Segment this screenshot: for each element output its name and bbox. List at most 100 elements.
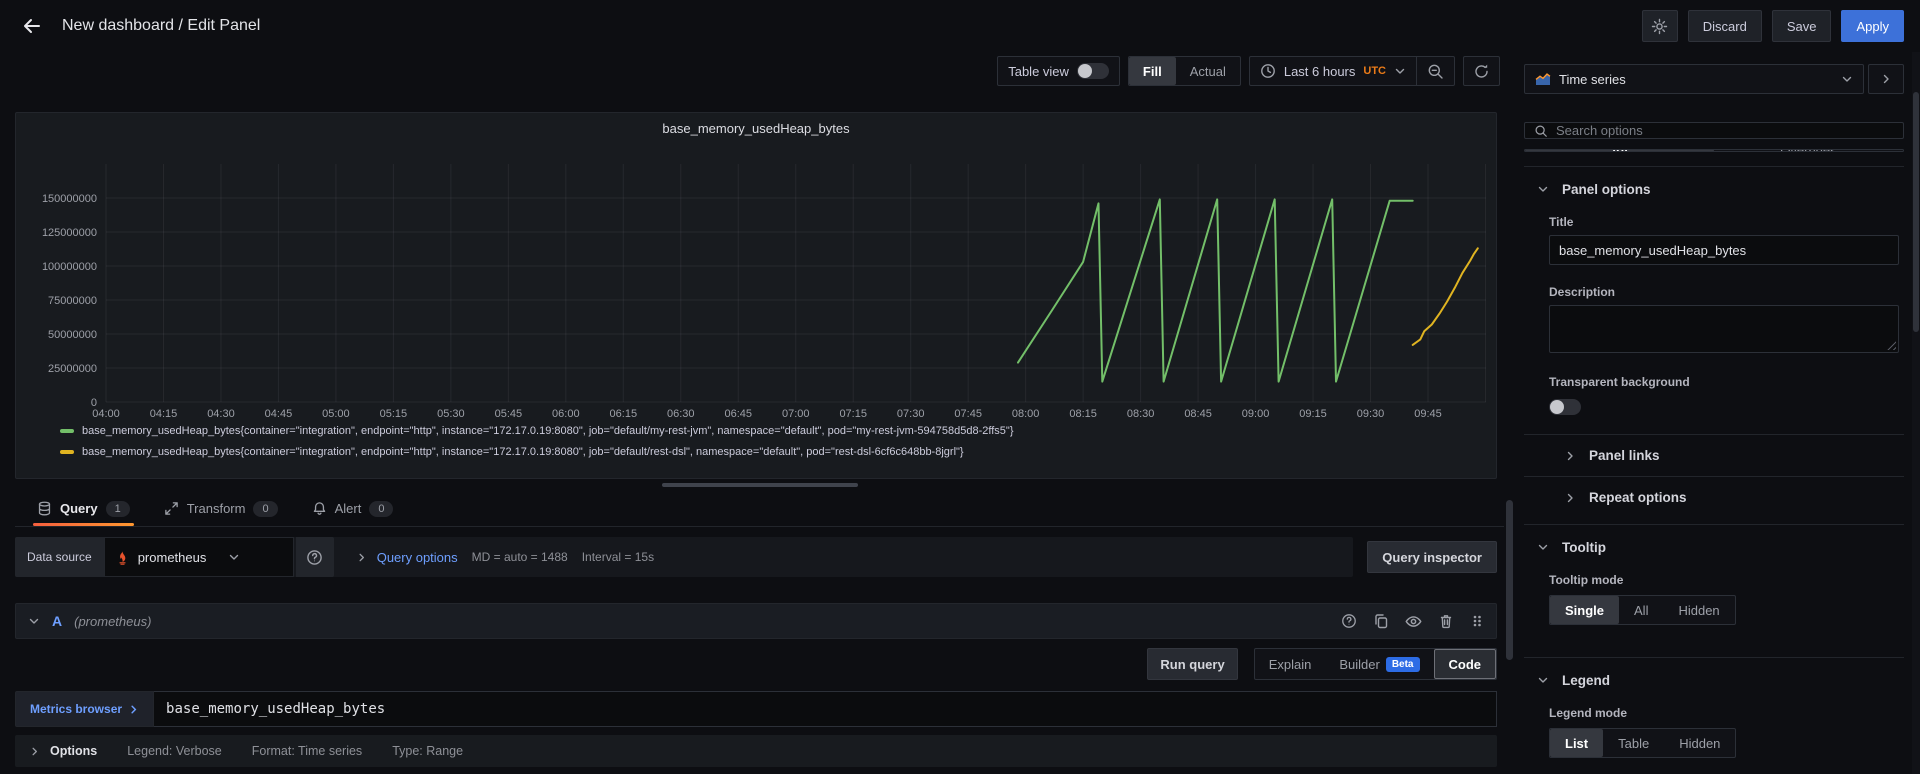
display-mode-option-actual[interactable]: Actual <box>1176 57 1240 85</box>
query-inspector-button[interactable]: Query inspector <box>1367 541 1497 573</box>
legend-mode-option-hidden[interactable]: Hidden <box>1664 729 1735 757</box>
legend-option-summary: Legend: Verbose <box>127 744 222 758</box>
chart-panel[interactable]: base_memory_usedHeap_bytes 0250000005000… <box>15 112 1497 479</box>
x-tick-label: 08:30 <box>1127 408 1155 420</box>
y-tick-label: 25000000 <box>48 363 97 375</box>
query-options-toggle[interactable]: Query options <box>356 550 458 565</box>
tab-transform[interactable]: Transform 0 <box>160 491 282 526</box>
tab-query[interactable]: Query 1 <box>33 491 134 526</box>
run-query-button[interactable]: Run query <box>1147 648 1237 680</box>
toggle-query-visibility-button[interactable] <box>1405 613 1422 630</box>
tab-alert[interactable]: Alert 0 <box>308 491 398 526</box>
datasource-help-button[interactable] <box>296 537 334 577</box>
tab-query-label: Query <box>60 501 98 516</box>
options-filter-option-overrides[interactable]: Overrides <box>1714 150 1903 151</box>
x-tick-label: 04:45 <box>265 408 293 420</box>
legend-series-label: base_memory_usedHeap_bytes{container="in… <box>82 425 1014 437</box>
legend-header[interactable]: Legend <box>1524 658 1904 702</box>
main-column: Table view FillActual Last 6 hours UTC <box>0 52 1504 774</box>
legend-mode-option-list[interactable]: List <box>1550 729 1603 757</box>
table-view-control: Table view <box>997 56 1120 86</box>
editor-mode-option-builder[interactable]: BuilderBeta <box>1325 649 1433 679</box>
table-view-label: Table view <box>1008 64 1069 79</box>
dashboard-settings-button[interactable] <box>1642 10 1678 42</box>
metrics-browser-button[interactable]: Metrics browser <box>15 691 154 727</box>
x-tick-label: 09:00 <box>1242 408 1270 420</box>
resize-grip-icon[interactable] <box>1886 340 1896 350</box>
visualization-name: Time series <box>1559 72 1626 87</box>
tooltip-mode-option-hidden[interactable]: Hidden <box>1663 596 1734 624</box>
search-options-input[interactable]: Search options <box>1524 122 1904 139</box>
legend-item-0[interactable]: base_memory_usedHeap_bytes{container="in… <box>60 425 1496 437</box>
x-tick-label: 07:45 <box>954 408 982 420</box>
tooltip-mode-label: Tooltip mode <box>1549 573 1892 587</box>
tab-transform-label: Transform <box>187 501 246 516</box>
query-help-button[interactable] <box>1341 613 1357 629</box>
panel-resize-row <box>15 479 1504 491</box>
panel-description-input[interactable] <box>1549 305 1899 353</box>
options-filter-option-all[interactable]: All <box>1525 150 1714 151</box>
legend-series-marker <box>60 450 74 454</box>
transparent-background-label: Transparent background <box>1549 375 1892 389</box>
back-button[interactable] <box>16 11 46 41</box>
query-row-header[interactable]: A (prometheus) <box>15 603 1497 639</box>
legend-mode: ListTable Hidden <box>1549 728 1736 758</box>
tooltip-mode-option-all[interactable]: All <box>1619 596 1663 624</box>
trash-icon <box>1438 613 1454 629</box>
arrow-left-icon <box>20 15 42 37</box>
time-range-picker[interactable]: Last 6 hours UTC <box>1260 63 1406 79</box>
display-mode-option-fill[interactable]: Fill <box>1129 57 1176 85</box>
panel-title-input[interactable]: base_memory_usedHeap_bytes <box>1549 235 1899 265</box>
legend-item-1[interactable]: base_memory_usedHeap_bytes{container="in… <box>60 446 1496 458</box>
query-ref-id[interactable]: A <box>52 613 62 629</box>
x-tick-label: 04:30 <box>207 408 235 420</box>
transparent-background-toggle[interactable] <box>1549 399 1581 415</box>
chevron-right-icon <box>1880 73 1892 85</box>
display-mode: FillActual <box>1128 56 1241 86</box>
zoom-out-button[interactable] <box>1427 63 1444 80</box>
timeseries-viz-icon <box>1535 72 1551 86</box>
option-label: Hidden <box>1679 736 1720 751</box>
top-bar: New dashboard / Edit Panel Discard Save … <box>0 0 1920 52</box>
tooltip-mode-option-single[interactable]: Single <box>1550 596 1619 624</box>
datasource-picker[interactable]: prometheus <box>104 537 294 577</box>
promql-expression-input[interactable]: base_memory_usedHeap_bytes <box>154 691 1497 727</box>
drag-query-handle[interactable] <box>1470 613 1484 629</box>
title-field-label: Title <box>1549 215 1892 229</box>
tooltip-header[interactable]: Tooltip <box>1524 525 1904 569</box>
search-icon <box>1534 124 1548 138</box>
tab-alert-label: Alert <box>335 501 362 516</box>
sidebar-scrollbar[interactable] <box>1912 52 1920 774</box>
help-circle-icon <box>306 549 323 566</box>
table-view-toggle[interactable] <box>1077 63 1109 79</box>
panel-options-header[interactable]: Panel options <box>1524 167 1904 211</box>
editor-mode-option-code[interactable]: Code <box>1434 649 1497 679</box>
x-tick-label: 06:00 <box>552 408 580 420</box>
tooltip-section: Tooltip Tooltip mode SingleAllHidden <box>1524 524 1904 651</box>
refresh-button[interactable] <box>1463 56 1500 86</box>
description-field-label: Description <box>1549 285 1892 299</box>
delete-query-button[interactable] <box>1438 613 1454 629</box>
panel-options-title: Panel options <box>1562 182 1651 197</box>
chevron-right-icon <box>1564 492 1576 504</box>
y-tick-label: 150000000 <box>42 193 97 205</box>
panel-options-section: Panel options Title base_memory_usedHeap… <box>1524 166 1904 518</box>
main-scrollbar[interactable] <box>1504 52 1516 774</box>
y-tick-label: 125000000 <box>42 227 97 239</box>
x-tick-label: 05:00 <box>322 408 350 420</box>
copy-icon <box>1373 613 1389 629</box>
editor-mode-option-explain[interactable]: Explain <box>1255 649 1326 679</box>
panel-resize-handle[interactable] <box>662 483 858 487</box>
save-button[interactable]: Save <box>1772 10 1832 42</box>
visualization-picker[interactable]: Time series <box>1524 64 1864 94</box>
repeat-options-section[interactable]: Repeat options <box>1524 476 1904 518</box>
apply-button[interactable]: Apply <box>1841 10 1904 42</box>
legend-mode-option-table[interactable]: Table <box>1603 729 1664 757</box>
x-tick-label: 07:30 <box>897 408 925 420</box>
discard-button[interactable]: Discard <box>1688 10 1762 42</box>
panel-links-section[interactable]: Panel links <box>1524 434 1904 476</box>
options-toggle[interactable]: Options <box>29 744 97 758</box>
collapse-options-pane-button[interactable] <box>1868 64 1904 94</box>
x-tick-label: 06:15 <box>610 408 638 420</box>
duplicate-query-button[interactable] <box>1373 613 1389 629</box>
